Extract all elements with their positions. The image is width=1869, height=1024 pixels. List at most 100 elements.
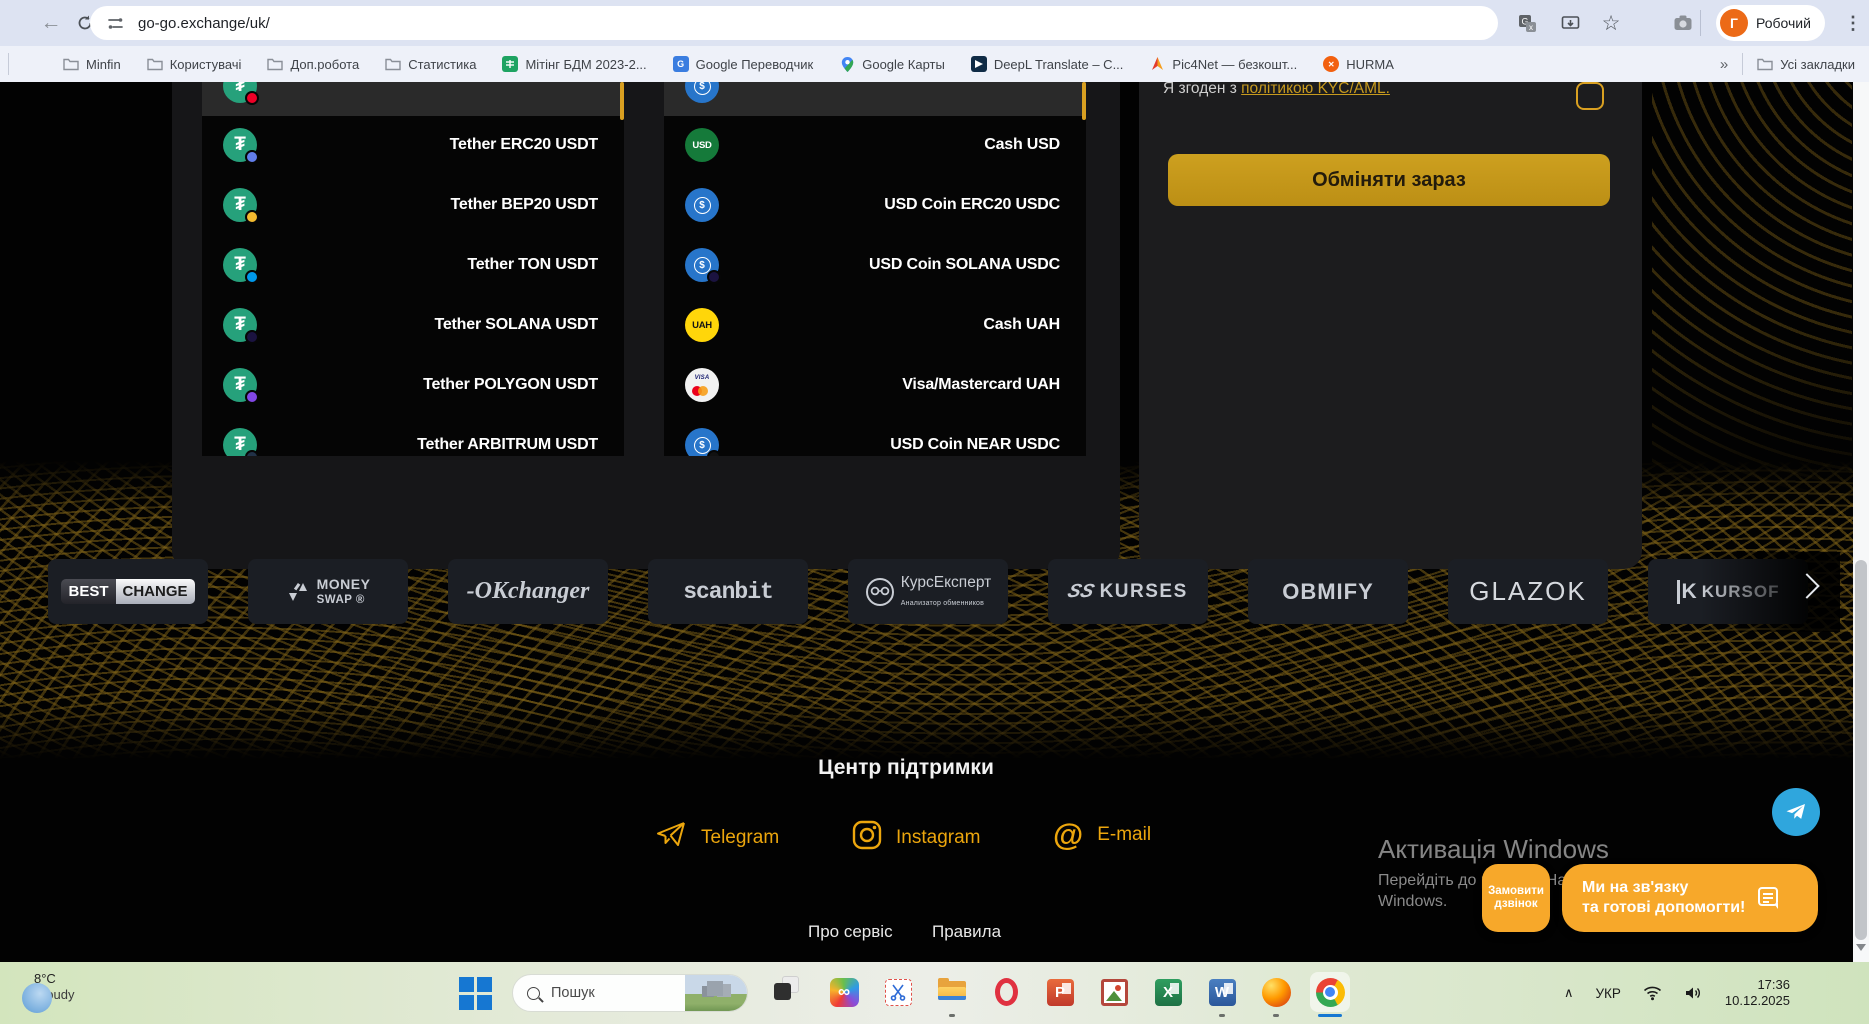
e-mail-link[interactable]: @ E-mail	[1053, 819, 1151, 850]
bookmark-item[interactable]: Google Карты	[839, 56, 945, 72]
bookmark-item[interactable]: Користувачі	[146, 56, 241, 72]
wifi-icon[interactable]	[1643, 985, 1662, 1001]
kyc-policy-link[interactable]: політикою KYC/AML.	[1241, 82, 1390, 97]
partner-logo-kurses[interactable]: SS KURSES	[1048, 559, 1208, 624]
bookmark-item[interactable]: Доп.робота	[267, 56, 359, 72]
tether-icon: ₮	[223, 188, 259, 224]
chat-note-icon	[1758, 887, 1779, 909]
tray-chevron-up-icon[interactable]: ∧	[1564, 985, 1574, 1001]
powerpoint-taskbar-icon[interactable]: P	[1040, 972, 1080, 1012]
tether-icon: ₮	[223, 128, 259, 164]
start-button[interactable]	[458, 976, 492, 1010]
taskbar-search[interactable]: Пошук	[512, 974, 748, 1012]
currency-row[interactable]: USD Cash USD	[664, 115, 1086, 175]
list-scrollbar-thumb[interactable]	[620, 82, 624, 120]
usd-coin-icon: $	[685, 82, 719, 103]
telegram-float-button[interactable]	[1772, 788, 1820, 836]
bookmark-item[interactable]: DeepL Translate – C...	[970, 56, 1123, 72]
currency-row[interactable]: $ USD Coin NEAR USDC	[664, 415, 1086, 456]
partner-logo-moneyswap[interactable]: MONEY SWAP ®	[248, 559, 408, 624]
bookmark-item[interactable]: Мітінг БДМ 2023-2...	[502, 56, 647, 72]
snipping-tool-taskbar-icon[interactable]	[878, 972, 918, 1012]
currency-row[interactable]: $ USD Coin ERC20 USDC	[664, 175, 1086, 235]
instagram-icon	[852, 820, 882, 855]
scrollbar-down-arrow[interactable]	[1856, 944, 1866, 951]
about-service-link[interactable]: Про сервіс	[808, 922, 893, 942]
all-bookmarks-button[interactable]: Усі закладки	[1757, 56, 1855, 72]
partner-logo-scanbit[interactable]: scanbit	[648, 559, 808, 624]
currency-row-selected[interactable]: ₮	[202, 82, 624, 116]
bookmarks-overflow-icon[interactable]: »	[1720, 56, 1728, 73]
windows-taskbar: 8°C Cloudy Пошук ∞ P X W ∧ УКР 17:36 10.12.…	[0, 962, 1869, 1024]
bookmark-item[interactable]: Minfin	[63, 56, 121, 72]
currency-row[interactable]: UAH Cash UAH	[664, 295, 1086, 355]
currency-row[interactable]: ₮ Tether ERC20 USDT	[202, 115, 624, 175]
partner-logo-kursof[interactable]: K KURSOF	[1648, 559, 1808, 624]
partner-logo-glazok[interactable]: GLAZOK	[1448, 559, 1608, 624]
folder-icon	[146, 56, 163, 72]
adobe-cc-taskbar-icon[interactable]: ∞	[824, 972, 864, 1012]
partner-logo-obmify[interactable]: OBMIFY	[1248, 559, 1408, 624]
exchange-now-button[interactable]: Обміняти зараз	[1168, 154, 1610, 206]
hurma-icon: ✕	[1323, 56, 1340, 72]
bookmark-star-icon[interactable]: ☆	[1596, 8, 1626, 38]
telegram-link[interactable]: Telegram	[655, 820, 779, 855]
currency-row-selected[interactable]: $	[664, 82, 1086, 116]
chrome-taskbar-icon[interactable]	[1310, 972, 1350, 1017]
usd-coin-icon: $	[685, 428, 721, 456]
currency-row[interactable]: $ USD Coin SOLANA USDC	[664, 235, 1086, 295]
currency-row[interactable]: ₮ Tether TON USDT	[202, 235, 624, 295]
usd-coin-icon: $	[685, 248, 721, 284]
folder-icon	[63, 56, 79, 72]
language-indicator[interactable]: УКР	[1595, 986, 1620, 1001]
we-are-online-button[interactable]: Ми на зв'язку та готові допомогти!	[1562, 864, 1818, 932]
telegram-icon	[655, 820, 687, 855]
list-scrollbar-thumb[interactable]	[1082, 82, 1086, 120]
currency-row[interactable]: ₮ Tether SOLANA USDT	[202, 295, 624, 355]
currency-row[interactable]: ₮ Tether BEP20 USDT	[202, 175, 624, 235]
back-icon[interactable]: ←	[36, 8, 66, 38]
bookmark-item[interactable]: Pic4Net — безкошт...	[1149, 56, 1297, 72]
page-scrollbar[interactable]	[1853, 82, 1869, 962]
firefox-taskbar-icon[interactable]	[1256, 972, 1296, 1017]
bookmark-item[interactable]: ✕ HURMA	[1323, 56, 1394, 72]
site-settings-icon[interactable]	[107, 15, 124, 32]
kyc-agreement-checkbox[interactable]	[1576, 82, 1604, 110]
file-explorer-taskbar-icon[interactable]	[932, 972, 972, 1017]
opera-taskbar-icon[interactable]	[986, 972, 1026, 1012]
translate-icon[interactable]: Gx	[1512, 8, 1542, 38]
partner-logo-bestchange[interactable]: BEST CHANGE	[48, 559, 208, 624]
partner-logo-okchanger[interactable]: OKchanger	[448, 559, 608, 624]
instagram-link[interactable]: Instagram	[852, 820, 980, 855]
avatar: Г	[1720, 9, 1748, 37]
partner-logo-kursexpert[interactable]: КурсЕксперт Анализатор обменников	[848, 559, 1008, 624]
excel-taskbar-icon[interactable]: X	[1148, 972, 1188, 1012]
word-taskbar-icon[interactable]: W	[1202, 972, 1242, 1017]
kyc-agreement: Я згоден з політикою KYC/AML.	[1163, 82, 1390, 97]
bookmark-item[interactable]: Статистика	[385, 56, 476, 72]
weather-icon	[22, 983, 52, 1013]
weather-widget[interactable]: 8°C Cloudy	[22, 971, 74, 1013]
install-icon[interactable]	[1555, 8, 1585, 38]
currency-row[interactable]: VISA Visa/Mastercard UAH	[664, 355, 1086, 415]
cash-currency-icon: UAH	[685, 308, 719, 342]
deepl-icon	[970, 56, 987, 72]
scrollbar-thumb[interactable]	[1855, 560, 1867, 940]
rules-link[interactable]: Правила	[932, 922, 1001, 942]
bookmark-item[interactable]: G Google Переводчик	[672, 56, 813, 72]
squares-app-taskbar-icon[interactable]	[770, 972, 810, 1012]
url-bar[interactable]: go-go.exchange/uk/	[90, 6, 1498, 40]
translate-icon: G	[672, 56, 689, 72]
profile-chip[interactable]: Г Робочий	[1716, 5, 1825, 41]
tether-icon: ₮	[223, 82, 259, 105]
volume-icon[interactable]	[1684, 985, 1703, 1001]
currency-row[interactable]: ₮ Tether ARBITRUM USDT	[202, 415, 624, 456]
clock[interactable]: 17:36 10.12.2025	[1725, 977, 1790, 1009]
profile-name: Робочий	[1756, 15, 1811, 31]
menu-kebab-icon[interactable]: ⋮	[1838, 8, 1868, 38]
picture-manager-taskbar-icon[interactable]	[1094, 972, 1134, 1012]
telegram-icon	[1786, 804, 1805, 819]
currency-row[interactable]: ₮ Tether POLYGON USDT	[202, 355, 624, 415]
order-call-button[interactable]: Замовити дзвінок	[1482, 864, 1550, 932]
camera-icon[interactable]	[1668, 8, 1698, 38]
